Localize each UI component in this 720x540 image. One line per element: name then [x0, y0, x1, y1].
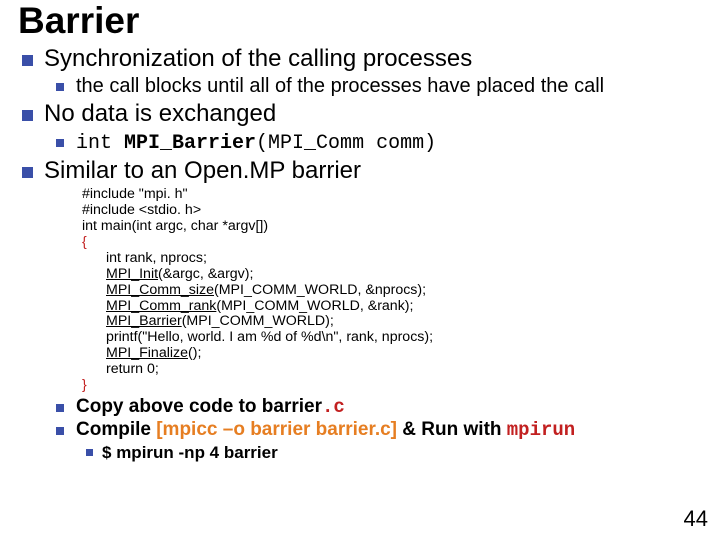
code-line-5c: MPI_Comm_size(MPI_COMM_WORLD, &nprocs);: [82, 283, 710, 299]
code-line-6: }: [82, 378, 710, 394]
bullet-similar: Similar to an Open.MP barrier #include "…: [18, 157, 710, 463]
code-line-5h: return 0;: [82, 362, 710, 378]
bullet-compile: Compile [mpicc –o barrier barrier.c] & R…: [54, 419, 710, 463]
compile-cmd: [mpicc –o barrier barrier.c]: [156, 419, 397, 440]
sig-name: MPI_Barrier: [124, 132, 256, 155]
code-line-3: int main(int argc, char *argv[]): [82, 219, 710, 235]
copy-prefix: Copy above code to barrier: [76, 396, 322, 417]
bullet-sync-text: Synchronization of the calling processes: [44, 45, 472, 72]
bullet-copy: Copy above code to barrier.c: [54, 396, 710, 418]
bullet-sync-sub: the call blocks until all of the process…: [54, 75, 710, 98]
compile-mid: & Run with: [397, 419, 507, 440]
code-line-5a: int rank, nprocs;: [82, 251, 710, 267]
code-block: #include "mpi. h" #include <stdio. h> in…: [82, 187, 710, 394]
copy-ext: .c: [322, 396, 345, 418]
page-number: 44: [684, 506, 708, 532]
slide: Barrier Synchronization of the calling p…: [0, 0, 720, 540]
bullet-list: Synchronization of the calling processes…: [18, 45, 710, 463]
code-line-4: {: [82, 235, 710, 251]
code-line-5e: MPI_Barrier(MPI_COMM_WORLD);: [82, 314, 710, 330]
bullet-nodata-text: No data is exchanged: [44, 100, 276, 127]
bullet-run-example: $ mpirun -np 4 barrier: [84, 443, 710, 463]
bullet-signature: int MPI_Barrier(MPI_Comm comm): [54, 131, 710, 155]
bullet-similar-text: Similar to an Open.MP barrier: [44, 157, 361, 184]
bullet-sync-sub-text: the call blocks until all of the process…: [76, 75, 604, 97]
code-line-2: #include <stdio. h>: [82, 203, 710, 219]
bullet-nodata: No data is exchanged int MPI_Barrier(MPI…: [18, 100, 710, 155]
code-line-1: #include "mpi. h": [82, 187, 710, 203]
code-line-5f: printf("Hello, world. I am %d of %d\n", …: [82, 330, 710, 346]
code-line-5d: MPI_Comm_rank(MPI_COMM_WORLD, &rank);: [82, 299, 710, 315]
compile-prefix: Compile: [76, 419, 156, 440]
sig-prefix: int: [76, 132, 124, 155]
run-prefix: $: [102, 443, 116, 462]
run-cmd: mpirun -np 4 barrier: [116, 443, 278, 462]
code-line-5b: MPI_Init(&argc, &argv);: [82, 267, 710, 283]
code-line-5g: MPI_Finalize();: [82, 346, 710, 362]
sig-args: (MPI_Comm comm): [256, 132, 436, 155]
compile-run: mpirun: [507, 419, 575, 441]
slide-title: Barrier: [18, 2, 710, 41]
bullet-sync: Synchronization of the calling processes…: [18, 45, 710, 99]
